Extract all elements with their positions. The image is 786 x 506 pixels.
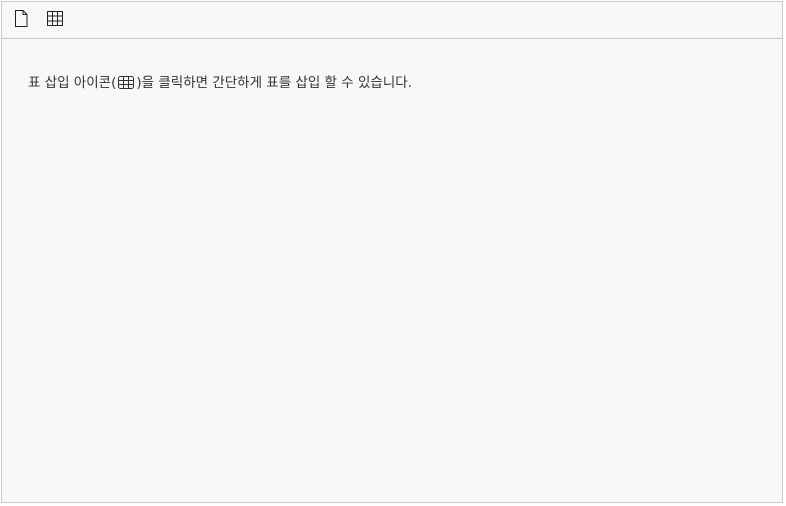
- insert-table-button[interactable]: [44, 9, 66, 31]
- table-icon: [117, 75, 135, 94]
- insert-table-icon: [47, 10, 63, 30]
- editor-toolbar: [2, 2, 782, 39]
- new-document-button[interactable]: [10, 9, 32, 31]
- content-text-before: 표 삽입 아이콘(: [28, 75, 117, 91]
- editor: 표 삽입 아이콘( )을 클릭하면 간단하게 표를 삽입 할 수 있습니다.: [1, 1, 783, 503]
- content-text-after: )을 클릭하면 간단하게 표를 삽입 할 수 있습니다.: [136, 75, 412, 91]
- editor-content[interactable]: 표 삽입 아이콘( )을 클릭하면 간단하게 표를 삽입 할 수 있습니다.: [2, 39, 782, 94]
- new-document-icon: [14, 9, 28, 31]
